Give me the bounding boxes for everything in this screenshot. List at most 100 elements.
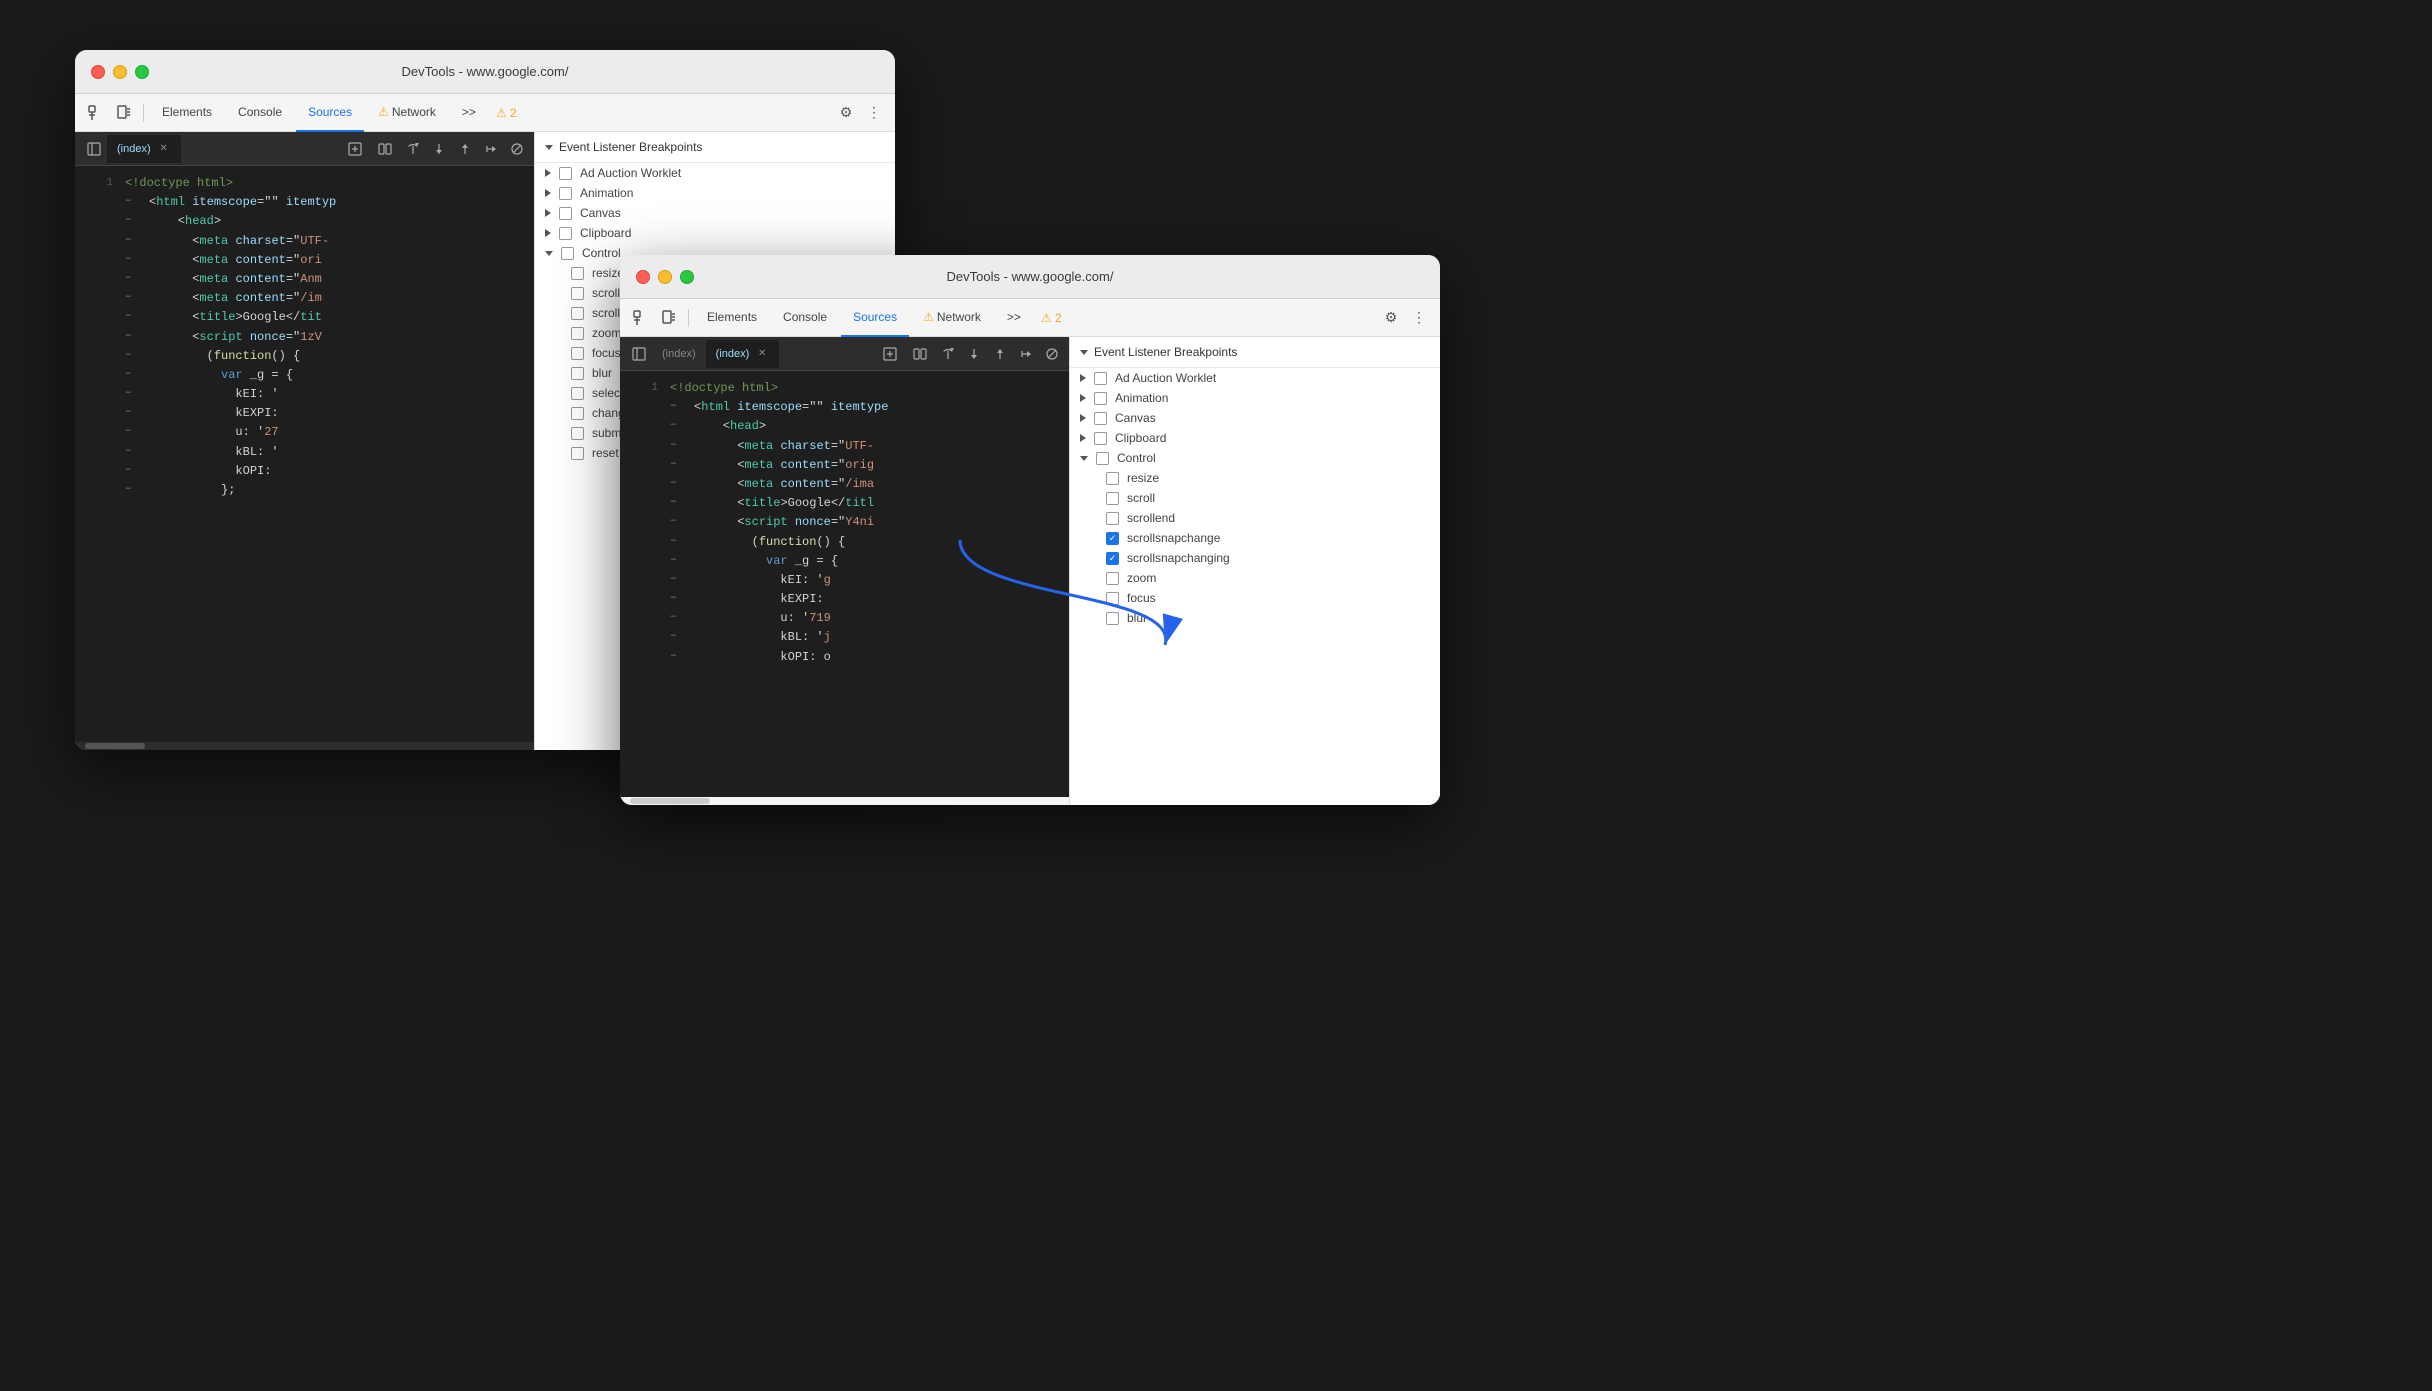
sidebar-toggle-front[interactable] [626, 341, 652, 367]
device-icon[interactable] [111, 100, 137, 126]
tab-console-back[interactable]: Console [226, 94, 294, 132]
front-bp-item-resize[interactable]: resize [1070, 468, 1440, 488]
bp-checkbox-blur[interactable] [571, 367, 584, 380]
new-tab-icon-front[interactable] [877, 341, 903, 367]
front-bp-checkbox-zoom[interactable] [1106, 572, 1119, 585]
close-button-back[interactable] [91, 65, 105, 79]
editor-tab-index-front-0[interactable]: (index) [652, 340, 706, 368]
front-bp-checkbox-scroll[interactable] [1106, 492, 1119, 505]
bp-item-canvas[interactable]: Canvas [535, 203, 895, 223]
device-icon-front[interactable] [656, 305, 682, 331]
bp-checkbox-clipboard[interactable] [559, 227, 572, 240]
front-bp-checkbox-control[interactable] [1096, 452, 1109, 465]
bp-checkbox-submit[interactable] [571, 427, 584, 440]
front-bp-item-scrollsnapchanging[interactable]: scrollsnapchanging [1070, 548, 1440, 568]
front-bp-checkbox-canvas[interactable] [1094, 412, 1107, 425]
close-button-front[interactable] [636, 270, 650, 284]
inspect-icon[interactable] [83, 100, 109, 126]
bp-checkbox-reset[interactable] [571, 447, 584, 460]
settings-icon-front[interactable]: ⚙ [1378, 305, 1404, 331]
settings-icon-back[interactable]: ⚙ [833, 100, 859, 126]
front-bp-item-scrollend[interactable]: scrollend [1070, 508, 1440, 528]
tab-console-front[interactable]: Console [771, 299, 839, 337]
more-icon-back[interactable]: ⋮ [861, 100, 887, 126]
step-into-front[interactable] [963, 343, 985, 365]
tab-more-front[interactable]: >> [995, 299, 1033, 337]
front-bp-item-control[interactable]: Control [1070, 448, 1440, 468]
bp-checkbox-focus[interactable] [571, 347, 584, 360]
bp-item-animation[interactable]: Animation [535, 183, 895, 203]
minimize-button-front[interactable] [658, 270, 672, 284]
bp-checkbox-control[interactable] [561, 247, 574, 260]
editor-tab-index-back[interactable]: (index) ✕ [107, 135, 181, 163]
front-bp-item-ad-auction[interactable]: Ad Auction Worklet [1070, 368, 1440, 388]
code-line-15: – kBL: ' [75, 443, 534, 462]
minimize-button-back[interactable] [113, 65, 127, 79]
front-bp-item-clipboard[interactable]: Clipboard [1070, 428, 1440, 448]
bp-checkbox-ad-auction[interactable] [559, 167, 572, 180]
tab-more-back[interactable]: >> [450, 94, 488, 132]
bp-item-clipboard[interactable]: Clipboard [535, 223, 895, 243]
bp-checkbox-select[interactable] [571, 387, 584, 400]
continue-back[interactable] [480, 138, 502, 160]
bp-checkbox-animation[interactable] [559, 187, 572, 200]
bp-checkbox-canvas[interactable] [559, 207, 572, 220]
tab-close-front[interactable]: ✕ [755, 347, 769, 361]
front-bp-checkbox-focus[interactable] [1106, 592, 1119, 605]
h-scrollbar-back[interactable] [75, 742, 534, 750]
tab-close-back[interactable]: ✕ [157, 142, 171, 156]
tab-elements-back[interactable]: Elements [150, 94, 224, 132]
panel-icon-back[interactable] [372, 136, 398, 162]
step-into-back[interactable] [428, 138, 450, 160]
front-bp-checkbox-resize[interactable] [1106, 472, 1119, 485]
fullscreen-button-back[interactable] [135, 65, 149, 79]
breakpoints-header-back[interactable]: Event Listener Breakpoints [535, 132, 895, 163]
bp-checkbox-scrollend[interactable] [571, 307, 584, 320]
sidebar-toggle-back[interactable] [81, 136, 107, 162]
bp-checkbox-zoom[interactable] [571, 327, 584, 340]
continue-front[interactable] [1015, 343, 1037, 365]
triangle-right-front-0 [1080, 374, 1086, 382]
bp-item-ad-auction[interactable]: Ad Auction Worklet [535, 163, 895, 183]
breakpoints-header-front[interactable]: Event Listener Breakpoints [1070, 337, 1440, 368]
bp-checkbox-scroll[interactable] [571, 287, 584, 300]
front-bp-checkbox-scrollsnapchanging[interactable] [1106, 552, 1119, 565]
step-over-back[interactable] [402, 138, 424, 160]
bp-checkbox-change[interactable] [571, 407, 584, 420]
tab-elements-front[interactable]: Elements [695, 299, 769, 337]
inspect-icon-front[interactable] [628, 305, 654, 331]
triangle-right-back-1 [545, 189, 551, 197]
front-bp-checkbox-clipboard[interactable] [1094, 432, 1107, 445]
deactivate-front[interactable] [1041, 343, 1063, 365]
tab-sources-front[interactable]: Sources [841, 299, 909, 337]
tab-sources-back[interactable]: Sources [296, 94, 364, 132]
h-scrollbar-thumb-back[interactable] [85, 743, 145, 749]
front-bp-checkbox-ad-auction[interactable] [1094, 372, 1107, 385]
panel-icon-front[interactable] [907, 341, 933, 367]
fullscreen-button-front[interactable] [680, 270, 694, 284]
h-scrollbar-thumb-front[interactable] [630, 798, 710, 804]
front-bp-checkbox-scrollend[interactable] [1106, 512, 1119, 525]
deactivate-back[interactable] [506, 138, 528, 160]
front-bp-item-canvas[interactable]: Canvas [1070, 408, 1440, 428]
front-bp-item-scrollsnapchange[interactable]: scrollsnapchange [1070, 528, 1440, 548]
step-out-back[interactable] [454, 138, 476, 160]
tab-network-back[interactable]: ⚠ Network [366, 94, 448, 132]
more-icon-front[interactable]: ⋮ [1406, 305, 1432, 331]
h-scrollbar-front[interactable] [620, 797, 1069, 805]
bp-checkbox-resize[interactable] [571, 267, 584, 280]
front-bp-item-scroll[interactable]: scroll [1070, 488, 1440, 508]
code-line-11: – var _g = { [75, 366, 534, 385]
editor-tab-index-front-1[interactable]: (index) ✕ [706, 340, 780, 368]
front-bp-item-animation[interactable]: Animation [1070, 388, 1440, 408]
front-bp-checkbox-animation[interactable] [1094, 392, 1107, 405]
tab-network-front[interactable]: ⚠ Network [911, 299, 993, 337]
front-bp-checkbox-blur[interactable] [1106, 612, 1119, 625]
new-tab-icon-back[interactable] [342, 136, 368, 162]
front-bp-checkbox-scrollsnapchange[interactable] [1106, 532, 1119, 545]
front-bp-item-zoom[interactable]: zoom [1070, 568, 1440, 588]
front-bp-item-focus[interactable]: focus [1070, 588, 1440, 608]
step-out-front[interactable] [989, 343, 1011, 365]
front-bp-item-blur[interactable]: blur [1070, 608, 1440, 628]
step-over-front[interactable] [937, 343, 959, 365]
